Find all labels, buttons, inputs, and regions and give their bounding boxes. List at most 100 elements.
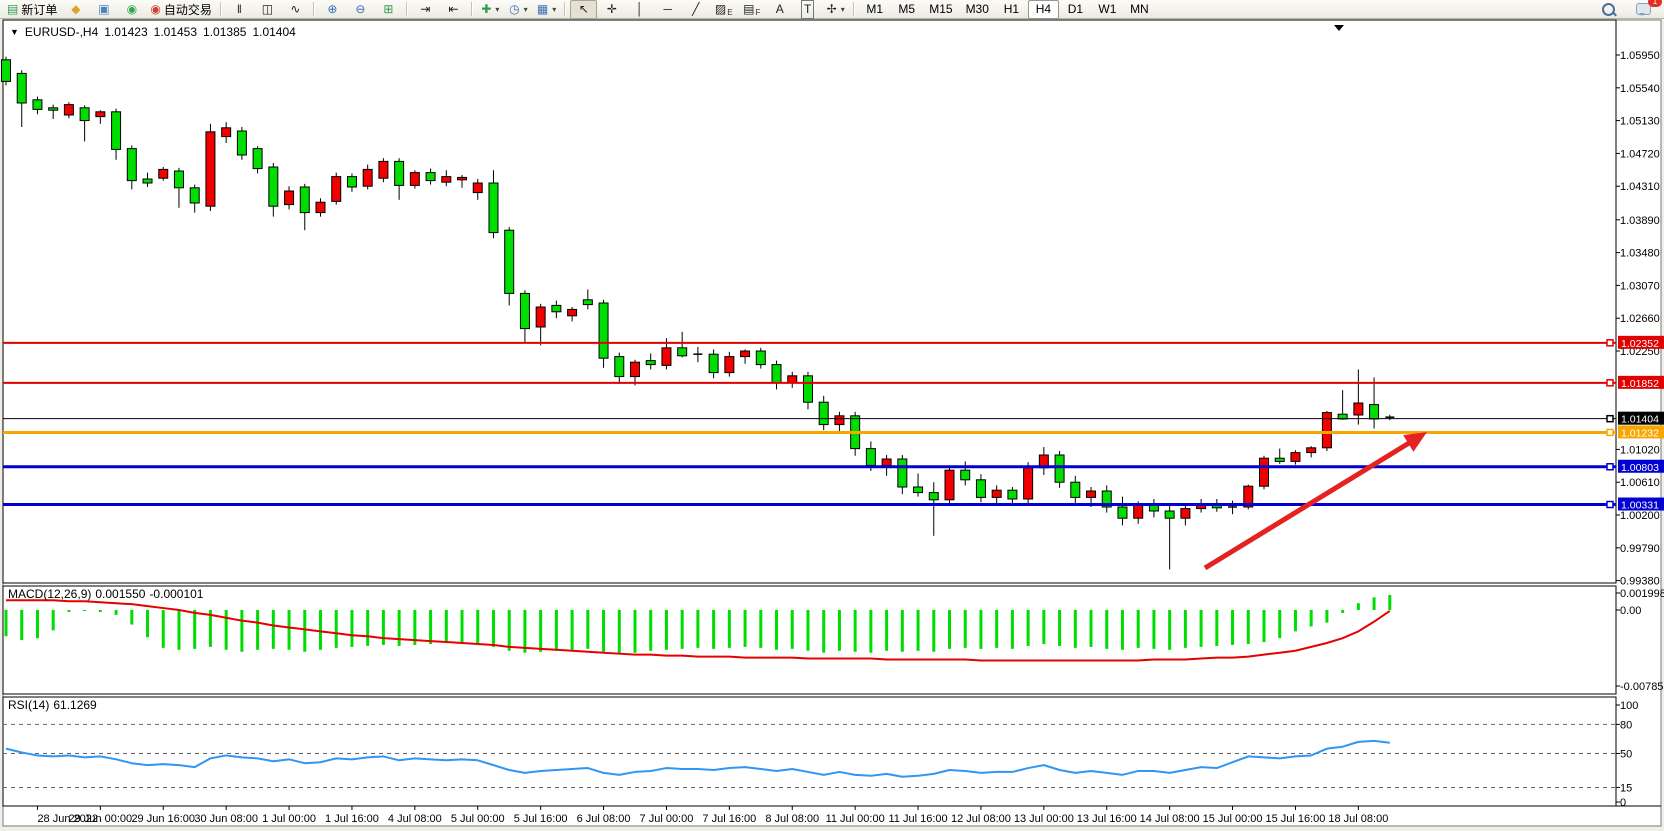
candle-body <box>945 470 954 500</box>
macd-histogram-bar <box>1058 610 1061 646</box>
crosshair-icon: ✛ <box>607 1 617 18</box>
toolbar-separator <box>406 2 408 16</box>
fibonacci-button[interactable]: ▤F <box>738 0 765 19</box>
line-anchor-marker[interactable] <box>1607 416 1613 422</box>
price-line-label: 1.02352 <box>1621 338 1659 350</box>
macd-histogram-bar <box>806 610 809 651</box>
periods-button[interactable]: ◷▾ <box>505 0 532 19</box>
text-label-button[interactable]: T <box>794 0 821 19</box>
macd-histogram-bar <box>995 610 998 648</box>
candle-body <box>1307 448 1316 453</box>
navigator-icon-icon: ▣ <box>98 1 109 18</box>
crosshair-button[interactable]: ✛ <box>598 0 625 19</box>
zoom-in-button[interactable]: ⊕ <box>319 0 346 19</box>
macd-histogram-bar <box>555 610 558 651</box>
time-tick-label: 5 Jul 16:00 <box>514 813 568 825</box>
horizontal-line-button[interactable]: ─ <box>654 0 681 19</box>
macd-histogram-bar <box>1152 610 1155 649</box>
timeframe-m1-button[interactable]: M1 <box>859 0 890 19</box>
chevron-down-icon[interactable]: ▾ <box>841 5 845 14</box>
trendline-button[interactable]: ╱ <box>682 0 709 19</box>
bars-chart-button[interactable]: ‖ <box>226 0 253 19</box>
price-tick-label: 1.05950 <box>1620 50 1660 62</box>
line-anchor-marker[interactable] <box>1607 464 1613 470</box>
equidistant-channel-button[interactable]: ▨E <box>710 0 737 19</box>
price-tick-label: 0.99380 <box>1620 576 1660 588</box>
macd-histogram-bar <box>303 610 306 652</box>
macd-histogram-bar <box>964 610 967 648</box>
search-icon[interactable] <box>1595 0 1622 19</box>
line-chart-button[interactable]: ∿ <box>282 0 309 19</box>
macd-histogram-bar <box>1294 610 1297 631</box>
candle-body <box>803 376 812 402</box>
line-anchor-marker[interactable] <box>1607 429 1613 435</box>
templates-button[interactable]: ▦▾ <box>533 0 560 19</box>
signals-icon[interactable]: ◉ <box>118 0 145 19</box>
macd-name: MACD(12,26,9) <box>8 587 91 601</box>
macd-histogram-bar <box>146 610 149 637</box>
line-anchor-marker[interactable] <box>1607 380 1613 386</box>
macd-histogram-bar <box>1011 610 1014 649</box>
arrows-button[interactable]: ✢▾ <box>822 0 849 19</box>
macd-histogram-bar <box>665 610 668 650</box>
candle-body <box>33 100 42 110</box>
candle-body <box>64 105 73 115</box>
candle-body <box>992 490 1001 497</box>
candle-body <box>819 402 828 424</box>
timeframe-h4-button[interactable]: H4 <box>1028 0 1059 19</box>
signals-icon-icon: ◉ <box>127 1 137 18</box>
toolbar-group-scroll: ⇥⇤ <box>412 0 467 19</box>
autotrading-icon: ◉ <box>150 1 160 18</box>
candlestick-chart-button[interactable]: ◫ <box>254 0 281 19</box>
price-line-label: 1.00803 <box>1621 462 1659 474</box>
zoom-out-button[interactable]: ⊖ <box>347 0 374 19</box>
text-button[interactable]: A <box>766 0 793 19</box>
timeframe-w1-button[interactable]: W1 <box>1092 0 1123 19</box>
macd-histogram-bar <box>901 610 904 652</box>
line-anchor-marker[interactable] <box>1607 340 1613 346</box>
chevron-down-icon[interactable]: ▾ <box>552 5 556 14</box>
chart-shift-button[interactable]: ⇤ <box>440 0 467 19</box>
time-tick-label: 11 Jul 00:00 <box>826 813 885 825</box>
candle-body <box>835 416 844 425</box>
macd-histogram-bar <box>1325 610 1328 623</box>
macd-histogram-bar <box>1074 610 1077 648</box>
market-watch-icon[interactable]: ◆ <box>62 0 89 19</box>
auto-scroll-button[interactable]: ⇥ <box>412 0 439 19</box>
timeframe-m15-button[interactable]: M15 <box>923 0 958 19</box>
macd-histogram-bar <box>193 610 196 649</box>
new-order-button[interactable]: ▤新订单 <box>3 0 61 19</box>
candle-body <box>599 303 608 358</box>
macd-histogram-bar <box>775 610 778 650</box>
navigator-icon[interactable]: ▣ <box>90 0 117 19</box>
timeframe-h1-button[interactable]: H1 <box>996 0 1027 19</box>
price-tick-label: 1.03070 <box>1620 280 1660 292</box>
candle-body <box>615 357 624 377</box>
macd-histogram-bar <box>1215 610 1218 646</box>
price-tick-label: 1.04310 <box>1620 181 1660 193</box>
macd-histogram-bar <box>36 610 39 638</box>
autotrading-button[interactable]: ◉自动交易 <box>146 0 216 19</box>
timeframe-m30-button[interactable]: M30 <box>960 0 995 19</box>
vertical-line-button[interactable]: │ <box>626 0 653 19</box>
chat-icon[interactable]: 1 <box>1630 0 1657 19</box>
chat-badge: 1 <box>1648 0 1662 7</box>
time-tick-label: 5 Jul 00:00 <box>451 813 505 825</box>
rsi-tick-label: 15 <box>1620 782 1632 794</box>
timeframe-m5-button[interactable]: M5 <box>891 0 922 19</box>
macd-histogram-bar <box>917 610 920 651</box>
timeframe-d1-button[interactable]: D1 <box>1060 0 1091 19</box>
macd-histogram-bar <box>67 610 70 612</box>
one-click-trading-icon[interactable]: ▼ <box>10 27 19 37</box>
macd-histogram-bar <box>634 610 637 653</box>
indicators-button[interactable]: ✚▾ <box>477 0 504 19</box>
cursor-button[interactable]: ↖ <box>570 0 597 19</box>
tile-windows-button[interactable]: ⊞ <box>375 0 402 19</box>
chevron-down-icon[interactable]: ▾ <box>495 5 499 14</box>
timeframe-mn-button[interactable]: MN <box>1124 0 1155 19</box>
chevron-down-icon[interactable]: ▾ <box>524 5 528 14</box>
chart-canvas[interactable]: 1.059501.055401.051301.047201.043101.038… <box>0 0 1664 831</box>
line-anchor-marker[interactable] <box>1607 502 1613 508</box>
rsi-pane <box>3 697 1616 806</box>
candle-body <box>49 108 58 110</box>
